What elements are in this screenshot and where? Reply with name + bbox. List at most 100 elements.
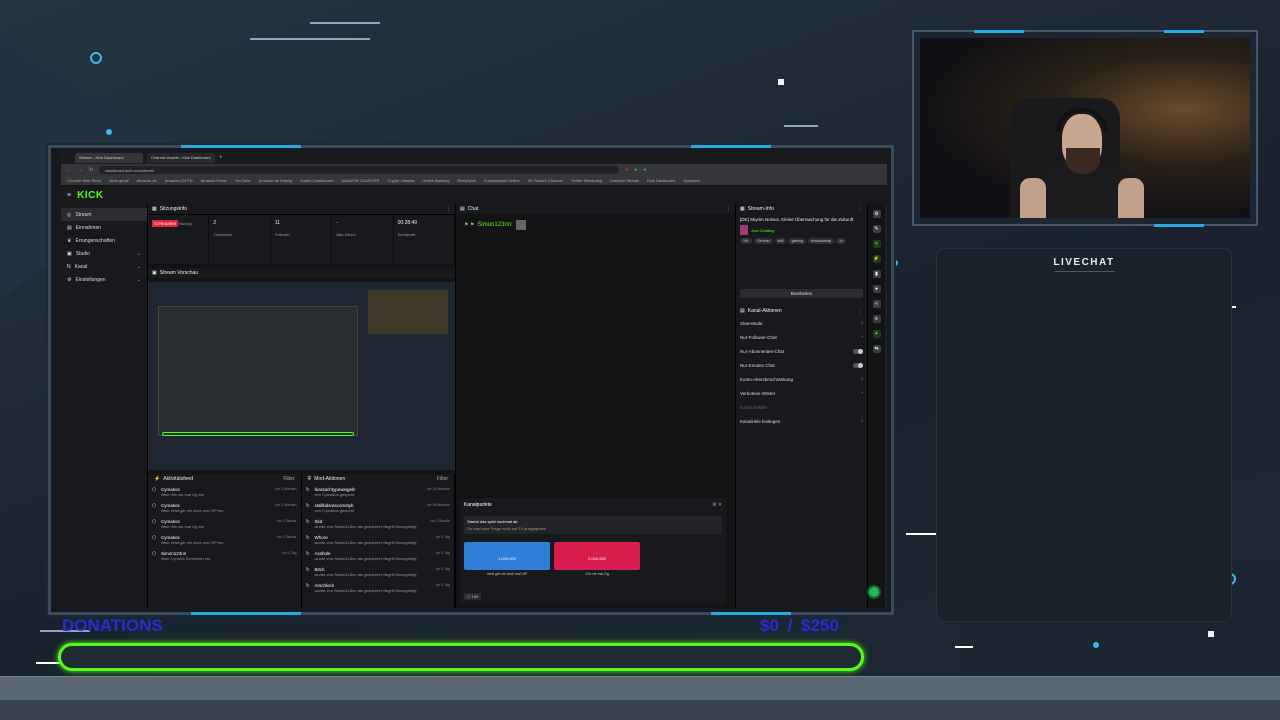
extension-icon[interactable]: ● <box>634 167 637 173</box>
reload-icon[interactable]: ↻ <box>89 167 93 173</box>
panel-title: Kanal-Aktionen <box>747 308 782 314</box>
chevron-down-icon: ⌄ <box>136 250 141 257</box>
bookmark[interactable]: YouTube <box>235 178 251 183</box>
stat-value: 11 <box>274 220 281 226</box>
sidebar-item-label: Errungenschaften <box>75 237 115 244</box>
sidebar-item-stream[interactable]: ◎ Stream <box>61 208 147 221</box>
bookmark[interactable]: Amazon.de <box>137 178 157 183</box>
tag-list: 18+ German skill gaming tomorrowday Zz <box>736 235 867 247</box>
bookmark[interactable]: Komponente-Online <box>484 178 520 183</box>
url-field[interactable]: dashboard.kick.com/stream <box>99 166 620 174</box>
channel-action[interactable]: Kanalziele festlegen › <box>736 414 867 428</box>
chat-username[interactable]: Simon123nn: <box>477 222 512 228</box>
menu-icon[interactable]: ≡ <box>67 192 71 199</box>
sidebar-item-studio[interactable]: ▣ Studio ⌄ <box>61 247 147 260</box>
more-icon[interactable]: ⋮ <box>446 206 451 212</box>
bookmark[interactable]: Twitter Streaming <box>571 178 602 183</box>
channel-action[interactable]: Nur-Emotes Chat <box>736 358 867 372</box>
toggle[interactable] <box>853 362 863 368</box>
browser-tab[interactable]: Stream - Kick Dashboard <box>75 153 143 163</box>
chevron-down-icon: ⌄ <box>136 263 141 270</box>
points-balance[interactable]: ⬡ 100 <box>464 593 482 600</box>
sidebar-item-kanal[interactable]: N Kanal ⌄ <box>61 260 147 273</box>
close-icon[interactable]: ✕ <box>872 240 881 248</box>
action-label: Kanalziele festlegen <box>740 418 781 424</box>
stream-tag[interactable]: skill <box>774 238 787 244</box>
bookmark[interactable]: Online Banking <box>422 178 449 183</box>
extension-icon[interactable]: ● <box>625 167 628 173</box>
stream-tag[interactable]: 18+ <box>740 238 752 244</box>
filter-button[interactable]: Filter <box>283 476 294 482</box>
gear-icon[interactable]: ⚙ <box>872 210 881 218</box>
edit-button[interactable]: Bearbeiten <box>740 289 863 298</box>
action-label: Konto-Altersbeschränkung <box>740 376 794 382</box>
browser-tab[interactable]: Channel Assets - Kick Dashboard <box>147 153 215 163</box>
decor-line <box>310 22 380 24</box>
chat-icon[interactable]: ● <box>872 285 881 293</box>
item-text: löste Jetzt gib mir doch mal VIP ein. <box>161 540 225 545</box>
bookmark[interactable]: Chrome Web Store <box>67 178 101 183</box>
back-icon[interactable]: ← <box>67 167 72 173</box>
rewind-icon[interactable]: « <box>872 300 881 308</box>
settings-icon[interactable]: ⚙ ✕ <box>712 502 722 508</box>
forward-icon[interactable]: → <box>78 167 83 173</box>
toggle[interactable] <box>853 348 863 354</box>
channel-action[interactable]: Nur-Abonnenten-Chat <box>736 344 867 358</box>
bookmark[interactable]: Amazon.de Einstig <box>259 178 292 183</box>
stream-tag[interactable]: Zz <box>836 238 847 244</box>
reward-button[interactable]: 2.000.000 <box>554 542 640 570</box>
sidebar-item-einstellungen[interactable]: ⚙ Einstellungen ⌄ <box>61 273 147 286</box>
help-button[interactable] <box>867 585 881 599</box>
chat-column: ▤ Chat ⋮ ⚑ ⚑ Simon123nn: Kanalpunkte ⚙ ✕… <box>455 204 735 608</box>
stream-preview[interactable] <box>148 282 455 470</box>
tool-icon[interactable]: ✦ <box>872 330 881 338</box>
channel-action[interactable]: Slow-Mode › <box>736 316 867 330</box>
sidebar-item-errungenschaften[interactable]: ♛ Errungenschaften <box>61 234 147 247</box>
more-icon[interactable]: ⋮ <box>726 206 731 212</box>
bookmark[interactable]: Kick Dashboard <box>647 178 675 183</box>
list-icon[interactable]: ≡ <box>872 315 881 323</box>
extension-icon[interactable]: ● <box>643 167 646 173</box>
bookmark[interactable]: Kaufen Dashboard <box>300 178 333 183</box>
flash-icon[interactable]: ⚡ <box>872 255 881 263</box>
stream-tag[interactable]: tomorrowday <box>807 238 835 244</box>
channel-action[interactable]: Nur-Follower-Chat › <box>736 330 867 344</box>
bookmark[interactable]: Amazon.CH Fix <box>165 178 193 183</box>
bookmark[interactable]: DeepSeek <box>457 178 476 183</box>
bookmark[interactable]: Löschen Stream <box>610 178 639 183</box>
filter-button[interactable]: Filter <box>437 476 448 482</box>
bookmark[interactable]: Crypto / Assets <box>387 178 414 183</box>
sidebar-item-einnahmen[interactable]: ▤ Einnahmen <box>61 221 147 234</box>
event-icon: ⬡ <box>152 535 157 541</box>
event-icon: ⬡ <box>152 503 157 509</box>
bookmark[interactable]: Mein gmail <box>109 178 128 183</box>
kick-logo[interactable]: KICK <box>77 190 103 201</box>
share-icon[interactable]: ⇆ <box>872 345 881 353</box>
new-tab-icon[interactable]: + <box>219 155 223 161</box>
stream-tag[interactable]: German <box>753 238 773 244</box>
more-icon[interactable]: ⋮ <box>858 308 863 314</box>
bookmark[interactable]: 3D Stream Channel <box>528 178 563 183</box>
stream-tag[interactable]: gaming <box>788 238 806 244</box>
channel-action[interactable]: Konto-Altersbeschränkung › <box>736 372 867 386</box>
category-name[interactable]: Just Chatting <box>751 228 774 233</box>
item-time: vor 1 Tag <box>282 551 297 555</box>
more-icon[interactable]: ⋮ <box>858 206 863 212</box>
tab-bar: Stream - Kick Dashboard Channel Assets -… <box>61 152 887 164</box>
edit-icon[interactable]: ✎ <box>872 225 881 233</box>
bookmark[interactable]: AMAZON COUNTER <box>341 178 379 183</box>
bookmark[interactable]: Amazon Prime <box>201 178 227 183</box>
bookmark[interactable]: Spielplan <box>683 178 699 183</box>
item-time: vor 2 Minuten <box>275 503 297 507</box>
action-label: Nur-Emotes Chat <box>740 362 775 368</box>
kanalpunkte-panel: Kanalpunkte ⚙ ✕ Startet das spiel nochma… <box>460 498 726 604</box>
trash-icon[interactable]: ▮ <box>872 270 881 278</box>
item-time: vor 1 Stunde <box>430 519 450 523</box>
event-icon: ↻ <box>305 567 310 573</box>
webcam-frame <box>912 30 1258 227</box>
frame-accent <box>191 612 301 615</box>
reward-button[interactable]: 1.000.000 <box>464 542 550 570</box>
stat-value: 00:28:49 <box>397 220 418 226</box>
channel-action[interactable]: Verbotene Wörter › <box>736 386 867 400</box>
info-column: ▦ Stream-Info ⋮ [DE] Skyrim Nolvus. Klei… <box>735 204 867 608</box>
